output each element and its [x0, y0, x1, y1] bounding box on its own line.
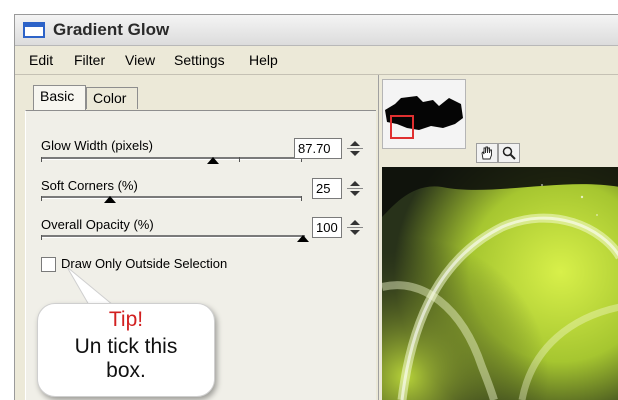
navigator-thumbnail[interactable] [382, 79, 466, 149]
soft-corners-spinner[interactable] [345, 178, 365, 199]
callout-line-2: box. [106, 359, 146, 382]
glow-width-slider-thumb[interactable] [207, 157, 219, 164]
magnifier-icon[interactable] [498, 143, 520, 163]
glow-width-spinner[interactable] [345, 138, 365, 159]
soft-corners-slider-thumb[interactable] [104, 196, 116, 203]
soft-corners-slider-track[interactable] [41, 196, 301, 199]
menu-settings[interactable]: Settings [174, 52, 225, 68]
menu-filter[interactable]: Filter [74, 52, 105, 68]
callout-line-1: Un tick this [74, 335, 178, 358]
menu-help[interactable]: Help [249, 52, 278, 68]
tab-color[interactable]: Color [86, 87, 138, 109]
glow-width-input[interactable]: 87.70 [294, 138, 342, 159]
navigator-image [385, 96, 463, 139]
preview-panel [378, 75, 618, 400]
overall-opacity-slider-thumb[interactable] [297, 235, 309, 242]
slider-tick [41, 157, 42, 162]
callout-pointer [67, 267, 115, 306]
title-bar: Gradient Glow [15, 15, 618, 46]
glow-preview-image [382, 167, 618, 400]
slider-tick [301, 196, 302, 201]
glow-width-label: Glow Width (pixels) [41, 138, 153, 153]
overall-opacity-spinner[interactable] [345, 217, 365, 238]
callout-body: Un tick this box. [38, 335, 214, 383]
window-title: Gradient Glow [53, 20, 170, 39]
slider-tick [41, 235, 42, 240]
hand-icon[interactable] [476, 143, 498, 163]
slider-tick [239, 157, 240, 162]
overall-opacity-slider-track[interactable] [41, 235, 305, 238]
tab-basic[interactable]: Basic [33, 85, 86, 110]
menu-bar: Edit Filter View Settings Help [15, 46, 618, 75]
soft-corners-label: Soft Corners (%) [41, 178, 138, 193]
menu-view[interactable]: View [125, 52, 155, 68]
preview-canvas[interactable] [382, 167, 618, 400]
menu-edit[interactable]: Edit [29, 52, 53, 68]
tip-callout: Tip! Un tick this box. [37, 303, 215, 397]
overall-opacity-label: Overall Opacity (%) [41, 217, 154, 232]
overall-opacity-input[interactable]: 100 [312, 217, 342, 238]
soft-corners-input[interactable]: 25 [312, 178, 342, 199]
glow-width-slider-track[interactable] [41, 157, 301, 160]
callout-title: Tip! [108, 308, 144, 331]
slider-tick [41, 196, 42, 201]
window-icon [23, 22, 45, 38]
draw-outside-checkbox[interactable] [41, 257, 56, 272]
